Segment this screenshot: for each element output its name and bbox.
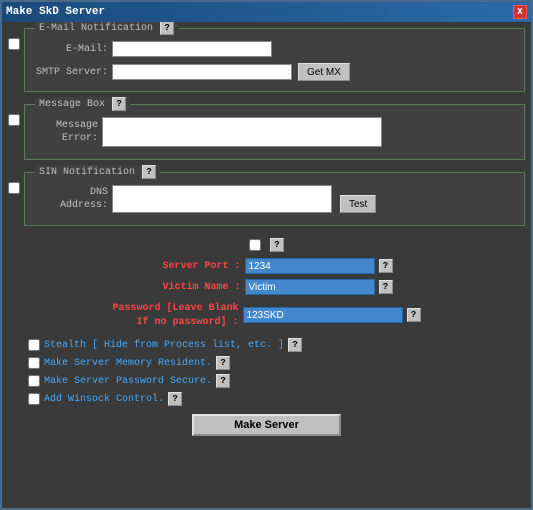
option-password-secure: Make Server Password Secure. ? bbox=[28, 374, 525, 388]
password-secure-label: Make Server Password Secure. bbox=[44, 376, 212, 387]
center-checkbox-row: ? bbox=[8, 238, 525, 252]
email-label: E-Mail: bbox=[33, 44, 108, 55]
password-row: Password [Leave BlankIf no password] : ? bbox=[8, 300, 525, 330]
password-secure-checkbox[interactable] bbox=[28, 375, 40, 387]
server-port-label: Server Port : bbox=[141, 261, 241, 272]
option-winsock: Add Winsock Control. ? bbox=[28, 392, 525, 406]
victim-name-row: Victim Name : ? bbox=[8, 279, 525, 295]
option-stealth: Stealth [ Hide from Process list, etc. ]… bbox=[28, 338, 525, 352]
message-label: MessageError: bbox=[33, 119, 98, 145]
victim-name-label: Victim Name : bbox=[141, 282, 241, 293]
message-section: Message Box ? MessageError: bbox=[24, 104, 525, 160]
center-checkbox[interactable] bbox=[249, 239, 261, 251]
title-bar: Make SkD Server X bbox=[2, 2, 531, 22]
message-row: MessageError: bbox=[33, 117, 516, 147]
message-legend: Message Box ? bbox=[35, 97, 130, 111]
smtp-row: SMTP Server: Get MX bbox=[33, 63, 516, 81]
main-window: Make SkD Server X E-Mail Notification ? … bbox=[0, 0, 533, 510]
option-memory: Make Server Memory Resident. ? bbox=[28, 356, 525, 370]
email-input[interactable] bbox=[112, 41, 272, 57]
server-port-row: Server Port : ? bbox=[8, 258, 525, 274]
password-input[interactable] bbox=[243, 307, 403, 323]
email-legend: E-Mail Notification ? bbox=[35, 22, 178, 35]
memory-checkbox[interactable] bbox=[28, 357, 40, 369]
content-area: E-Mail Notification ? E-Mail: SMTP Serve… bbox=[2, 22, 531, 508]
server-port-help[interactable]: ? bbox=[379, 259, 393, 273]
winsock-help[interactable]: ? bbox=[168, 392, 182, 406]
sin-section-checkbox[interactable] bbox=[8, 182, 20, 194]
dns-input[interactable] bbox=[112, 185, 332, 213]
winsock-checkbox[interactable] bbox=[28, 393, 40, 405]
stealth-label: Stealth [ Hide from Process list, etc. ] bbox=[44, 340, 284, 351]
smtp-input[interactable] bbox=[112, 64, 292, 80]
victim-name-help[interactable]: ? bbox=[379, 280, 393, 294]
email-help-btn[interactable]: ? bbox=[160, 22, 174, 35]
window-title: Make SkD Server bbox=[6, 6, 105, 18]
victim-name-input[interactable] bbox=[245, 279, 375, 295]
message-input[interactable] bbox=[102, 117, 382, 147]
sin-help-btn[interactable]: ? bbox=[142, 165, 156, 179]
smtp-label: SMTP Server: bbox=[33, 67, 108, 78]
email-section-checkbox[interactable] bbox=[8, 38, 20, 50]
sin-section: SIN Notification ? DNSAddress: Test bbox=[24, 172, 525, 226]
password-help[interactable]: ? bbox=[407, 308, 421, 322]
memory-help[interactable]: ? bbox=[216, 356, 230, 370]
password-secure-help[interactable]: ? bbox=[216, 374, 230, 388]
message-section-checkbox[interactable] bbox=[8, 114, 20, 126]
stealth-help[interactable]: ? bbox=[288, 338, 302, 352]
dns-row: DNSAddress: Test bbox=[33, 185, 516, 213]
email-row: E-Mail: bbox=[33, 41, 516, 57]
test-button[interactable]: Test bbox=[340, 195, 376, 213]
server-port-input[interactable] bbox=[245, 258, 375, 274]
options-area: Stealth [ Hide from Process list, etc. ]… bbox=[8, 338, 525, 406]
center-help-btn[interactable]: ? bbox=[270, 238, 284, 252]
get-mx-button[interactable]: Get MX bbox=[298, 63, 350, 81]
dns-label: DNSAddress: bbox=[33, 186, 108, 212]
message-help-btn[interactable]: ? bbox=[112, 97, 126, 111]
email-section: E-Mail Notification ? E-Mail: SMTP Serve… bbox=[24, 28, 525, 92]
stealth-checkbox[interactable] bbox=[28, 339, 40, 351]
sin-legend: SIN Notification ? bbox=[35, 165, 160, 179]
winsock-label: Add Winsock Control. bbox=[44, 394, 164, 405]
password-label: Password [Leave BlankIf no password] : bbox=[112, 300, 238, 330]
close-button[interactable]: X bbox=[513, 5, 527, 19]
memory-label: Make Server Memory Resident. bbox=[44, 358, 212, 369]
make-server-button[interactable]: Make Server bbox=[192, 414, 341, 436]
